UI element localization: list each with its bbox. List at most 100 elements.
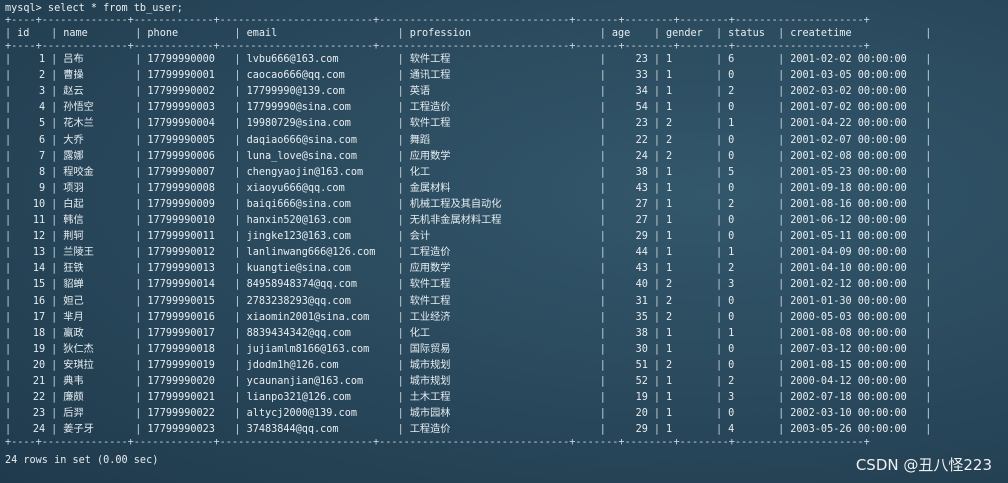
cell-age: 51	[635, 359, 648, 371]
column-separator: |	[925, 150, 932, 162]
cell-profession: 工程造价	[409, 424, 451, 436]
column-separator: |	[925, 295, 932, 307]
cell-id: 9	[39, 182, 46, 194]
column-separator: |	[925, 408, 932, 420]
cell-email: ycaunanjian@163.com	[246, 375, 364, 387]
cell-email: altycj2000@139.com	[246, 408, 357, 420]
table-body: | 1 | 吕布 | 17799990000 | lvbu666@163.com | 软件工程 | 2…	[5, 52, 1008, 438]
table-row: | 23 | 后羿 | 17799990022 | altycj2000@139.com | 城市…	[5, 406, 1008, 422]
cell-status: 2	[728, 263, 735, 275]
cell-gender: 1	[665, 70, 673, 82]
cell-age: 33	[635, 70, 648, 82]
column-separator: |	[925, 182, 932, 194]
cell-id: 16	[32, 295, 46, 307]
cell-id: 7	[39, 150, 46, 162]
cell-gender: 1	[665, 263, 673, 275]
cell-name: 韩信	[63, 215, 84, 227]
cell-phone: 17799990000	[147, 54, 215, 66]
column-separator: |	[925, 343, 932, 355]
column-separator: |	[925, 134, 932, 146]
command-prompt: mysql> select * from tb_user;	[5, 2, 183, 14]
cell-name: 花木兰	[63, 118, 94, 130]
cell-gender: 1	[665, 231, 673, 243]
cell-profession: 城市园林	[409, 408, 451, 420]
column-separator: |	[925, 231, 932, 243]
cell-profession: 软件工程	[409, 54, 451, 66]
cell-status: 0	[728, 295, 735, 307]
cell-createtime: 2001-04-10 00:00:00	[790, 263, 907, 275]
cell-phone: 17799990023	[147, 424, 215, 436]
cell-phone: 17799990008	[147, 182, 215, 194]
cell-email: 37483844@qq.com	[246, 424, 339, 436]
cell-email: luna_love@sina.com	[246, 150, 357, 162]
column-separator: |	[925, 263, 932, 275]
cell-profession: 金属材料	[409, 182, 451, 194]
mysql-terminal[interactable]: mysql> select * from tb_user; +----+----…	[0, 0, 1008, 483]
cell-age: 30	[635, 343, 648, 355]
table-row: | 24 | 姜子牙 | 17799990023 | 37483844@qq.com | 工程造价…	[5, 422, 1008, 438]
column-separator: |	[925, 392, 932, 404]
cell-profession: 软件工程	[409, 279, 451, 291]
cell-profession: 机械工程及其自动化	[409, 198, 502, 210]
column-separator: |	[925, 28, 932, 39]
table-row: | 14 | 狂铁 | 17799990013 | kuangtie@sina.com | 应用数…	[5, 261, 1008, 277]
cell-createtime: 2001-08-16 00:00:00	[790, 198, 907, 210]
cell-email: caocao666@qq.com	[246, 70, 345, 82]
cell-gender: 2	[665, 118, 673, 130]
cell-id: 19	[32, 343, 46, 355]
cell-age: 29	[635, 424, 648, 436]
cell-gender: 1	[665, 424, 673, 436]
cell-phone: 17799990009	[147, 198, 215, 210]
cell-phone: 17799990019	[147, 359, 215, 371]
table-row: | 20 | 安琪拉 | 17799990019 | jdodm1h@126.com | 城市规划…	[5, 358, 1008, 374]
cell-email: jujiamlm8166@163.com	[246, 343, 370, 355]
cell-id: 17	[32, 311, 46, 323]
cell-status: 4	[728, 424, 735, 436]
cell-id: 11	[32, 215, 46, 227]
cell-gender: 1	[665, 54, 673, 66]
column-header-age: age	[611, 28, 631, 39]
cell-email: 17799990@sina.com	[246, 102, 351, 114]
column-separator: |	[925, 54, 932, 66]
table-row: | 2 | 曹操 | 17799990001 | caocao666@qq.com | 通讯工程 |…	[5, 68, 1008, 84]
cell-phone: 17799990013	[147, 263, 215, 275]
cell-phone: 17799990021	[147, 392, 215, 404]
table-row: | 19 | 狄仁杰 | 17799990018 | jujiamlm8166@163.com…	[5, 342, 1008, 358]
cell-status: 1	[728, 118, 735, 130]
cell-createtime: 2000-05-03 00:00:00	[790, 311, 907, 323]
cell-id: 18	[32, 327, 46, 339]
column-separator: |	[925, 359, 932, 371]
column-separator: |	[925, 424, 932, 436]
cell-email: 8839434342@qq.com	[246, 327, 351, 339]
cell-gender: 1	[665, 86, 673, 98]
cell-profession: 城市规划	[409, 359, 451, 371]
cell-id: 24	[32, 424, 46, 436]
column-header-gender: gender	[665, 28, 703, 39]
column-separator: |	[925, 70, 932, 82]
cell-profession: 应用数学	[409, 150, 451, 162]
cell-phone: 17799990014	[147, 279, 215, 291]
cell-id: 2	[39, 70, 46, 82]
cell-age: 52	[635, 375, 648, 387]
cell-createtime: 2001-02-02 00:00:00	[790, 54, 907, 66]
cell-name: 貂蝉	[63, 279, 84, 291]
cell-status: 0	[728, 134, 735, 146]
cell-age: 24	[635, 150, 648, 162]
cell-phone: 17799990015	[147, 295, 215, 307]
cell-createtime: 2002-07-18 00:00:00	[790, 392, 907, 404]
cell-id: 8	[39, 166, 46, 178]
cell-gender: 1	[665, 408, 673, 420]
cell-phone: 17799990022	[147, 408, 215, 420]
cell-status: 0	[728, 311, 735, 323]
cell-age: 20	[635, 408, 648, 420]
cell-id: 15	[32, 279, 46, 291]
cell-id: 21	[32, 375, 46, 387]
cell-profession: 会计	[409, 231, 431, 243]
cell-createtime: 2001-08-15 00:00:00	[790, 359, 907, 371]
cell-gender: 1	[665, 343, 673, 355]
cell-createtime: 2001-09-18 00:00:00	[790, 182, 907, 194]
cell-name: 荆轲	[63, 231, 84, 243]
cell-email: lianpo321@126.com	[246, 392, 351, 404]
cell-profession: 无机非金属材料工程	[409, 215, 502, 227]
cell-name: 赵云	[63, 86, 84, 98]
